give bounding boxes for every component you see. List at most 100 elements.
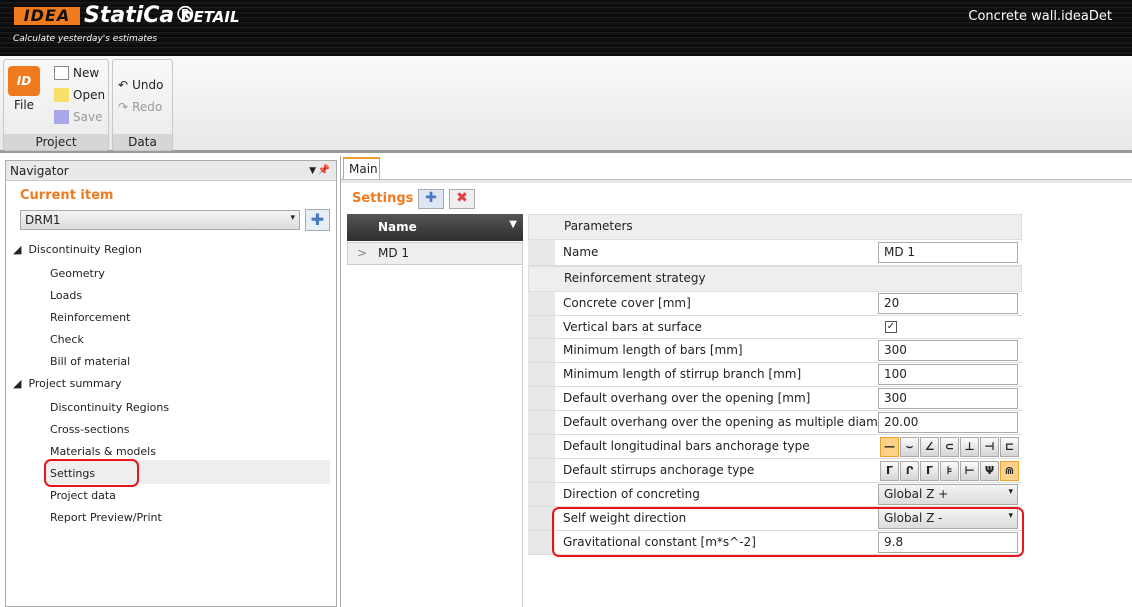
concrete-cover-input[interactable]: 20 xyxy=(878,293,1018,314)
param-row-name: Name MD 1 xyxy=(528,241,1022,266)
anchorage-plate-button[interactable]: ⊣ xyxy=(980,437,999,457)
tree-item-check[interactable]: Check xyxy=(50,333,84,346)
stirrup-anchorage-4-button[interactable]: ⊧ xyxy=(940,461,959,481)
new-button[interactable]: New xyxy=(54,66,99,80)
open-button[interactable]: Open xyxy=(54,88,105,102)
list-item-label: MD 1 xyxy=(378,246,410,260)
tree-item-materials-models[interactable]: Materials & models xyxy=(50,445,156,458)
param-label: Minimum length of stirrup branch [mm] xyxy=(563,367,802,381)
min-stirrup-input[interactable]: 100 xyxy=(878,364,1018,385)
tree-item-report-preview[interactable]: Report Preview/Print xyxy=(50,511,162,524)
param-row-min-stirrup: Minimum length of stirrup branch [mm] 100 xyxy=(528,363,1022,387)
stirrup-anchorage-6-button[interactable]: Ψ xyxy=(980,461,999,481)
param-row-overhang-multiple: Default overhang over the opening as mul… xyxy=(528,411,1022,435)
tree-item-loads[interactable]: Loads xyxy=(50,289,82,302)
param-row-longitudinal-anchorage: Default longitudinal bars anchorage type… xyxy=(528,435,1022,459)
pin-icon[interactable]: 📌 xyxy=(318,161,330,181)
param-label: Concrete cover [mm] xyxy=(563,296,691,310)
new-document-icon xyxy=(54,66,69,80)
tree-item-reinforcement[interactable]: Reinforcement xyxy=(50,311,130,324)
stirrup-anchorage-5-button[interactable]: ⊢ xyxy=(960,461,979,481)
param-label: Vertical bars at surface xyxy=(563,320,702,334)
logo-mark: IDEA xyxy=(14,7,80,25)
folder-icon xyxy=(54,88,69,102)
list-body xyxy=(346,266,523,607)
vertical-bars-checkbox[interactable]: ✓ xyxy=(885,321,897,333)
min-length-bars-input[interactable]: 300 xyxy=(878,340,1018,361)
tab-strip-line xyxy=(341,179,1132,183)
param-row-direction-concreting: Direction of concreting Global Z + xyxy=(528,483,1022,507)
highlight-annotation xyxy=(44,459,139,487)
anchorage-angle-button[interactable]: ∠ xyxy=(920,437,939,457)
filter-icon[interactable]: ▼ xyxy=(509,219,517,230)
add-item-button[interactable]: ✚ xyxy=(305,209,330,231)
app-header: IDEA StatiCa® DETAIL Calculate yesterday… xyxy=(0,0,1132,56)
product-name: DETAIL xyxy=(181,8,240,26)
overhang-input[interactable]: 300 xyxy=(878,388,1018,409)
tree-group-discontinuity-region[interactable]: ◢ Discontinuity Region xyxy=(13,243,142,256)
tree-item-geometry[interactable]: Geometry xyxy=(50,267,105,280)
data-group: ↶ Undo ↷ Redo Data xyxy=(112,59,173,151)
section-label: Reinforcement strategy xyxy=(564,271,706,285)
undo-icon: ↶ xyxy=(118,78,129,92)
param-label: Default stirrups anchorage type xyxy=(563,463,755,477)
section-reinforcement-strategy: Reinforcement strategy xyxy=(528,266,1022,292)
list-item[interactable]: > MD 1 xyxy=(347,242,523,265)
ribbon: ID File New Open Save Project ↶ Undo ↷ Red… xyxy=(0,56,1132,153)
direction-concreting-select[interactable]: Global Z + xyxy=(878,484,1018,505)
undo-button[interactable]: ↶ Undo xyxy=(118,78,163,92)
tree-item-project-data[interactable]: Project data xyxy=(50,489,116,502)
tree-item-discontinuity-regions[interactable]: Discontinuity Regions xyxy=(50,401,169,414)
logo-text: StatiCa® xyxy=(84,3,197,28)
redo-label: Redo xyxy=(132,100,163,114)
stirrup-anchorage-3-button[interactable]: Γ xyxy=(920,461,939,481)
add-settings-button[interactable]: ✚ xyxy=(418,189,444,209)
param-row-vertical-bars: Vertical bars at surface ✓ xyxy=(528,316,1022,339)
data-group-label: Data xyxy=(113,134,172,150)
redo-button[interactable]: ↷ Redo xyxy=(118,100,162,114)
anchorage-welded-button[interactable]: ⊥ xyxy=(960,437,979,457)
params-header: Parameters xyxy=(528,214,1022,240)
stirrup-anchorage-2-button[interactable]: Ր xyxy=(900,461,919,481)
param-label: Default overhang over the opening [mm] xyxy=(563,391,811,405)
file-icon: ID xyxy=(8,66,40,96)
anchorage-bend-button[interactable]: ⌣ xyxy=(900,437,919,457)
save-label: Save xyxy=(73,110,103,124)
navigator-header: Navigator ▼ 📌 xyxy=(6,161,336,181)
anchorage-straight-button[interactable]: — xyxy=(880,437,899,457)
param-label: Default overhang over the opening as mul… xyxy=(563,415,920,429)
param-label: Default longitudinal bars anchorage type xyxy=(563,439,810,453)
param-row-overhang: Default overhang over the opening [mm] 30… xyxy=(528,387,1022,411)
param-label: Name xyxy=(563,245,599,259)
navigator-title: Navigator xyxy=(10,164,69,178)
param-label: Direction of concreting xyxy=(563,487,700,501)
tab-main[interactable]: Main xyxy=(343,157,380,179)
current-item-select[interactable]: DRM1 xyxy=(20,210,300,230)
tree-group-label: Project summary xyxy=(28,377,122,390)
param-label: Minimum length of bars [mm] xyxy=(563,343,743,357)
anchorage-coupler-button[interactable]: ⊏ xyxy=(1000,437,1019,457)
param-row-concrete-cover: Concrete cover [mm] 20 xyxy=(528,292,1022,316)
save-icon xyxy=(54,110,69,124)
stirrup-anchorage-7-button[interactable]: ⋒ xyxy=(1000,461,1019,481)
list-header-name[interactable]: Name ▼ xyxy=(347,214,523,241)
tagline: Calculate yesterday's estimates xyxy=(13,34,158,44)
tree-item-bill-of-material[interactable]: Bill of material xyxy=(50,355,130,368)
params-header-label: Parameters xyxy=(564,219,633,233)
param-row-min-length-bars: Minimum length of bars [mm] 300 xyxy=(528,339,1022,363)
overhang-multiple-input[interactable]: 20.00 xyxy=(878,412,1018,433)
undo-label: Undo xyxy=(132,78,164,92)
delete-settings-button[interactable]: ✖ xyxy=(449,189,475,209)
navigator-panel: Navigator ▼ 📌 Current item DRM1 ✚ ◢ Disc… xyxy=(5,160,337,607)
save-button[interactable]: Save xyxy=(54,110,102,124)
anchorage-loop-button[interactable]: ⊂ xyxy=(940,437,959,457)
open-label: Open xyxy=(73,88,106,102)
tree-item-cross-sections[interactable]: Cross-sections xyxy=(50,423,129,436)
current-item-label: Current item xyxy=(20,188,114,203)
file-button[interactable]: ID File xyxy=(8,66,40,112)
tree-group-project-summary[interactable]: ◢ Project summary xyxy=(13,377,122,390)
stirrup-anchorage-1-button[interactable]: Γ xyxy=(880,461,899,481)
name-input[interactable]: MD 1 xyxy=(878,242,1018,263)
project-group: ID File New Open Save Project xyxy=(3,59,109,151)
dropdown-icon[interactable]: ▼ xyxy=(309,161,316,181)
